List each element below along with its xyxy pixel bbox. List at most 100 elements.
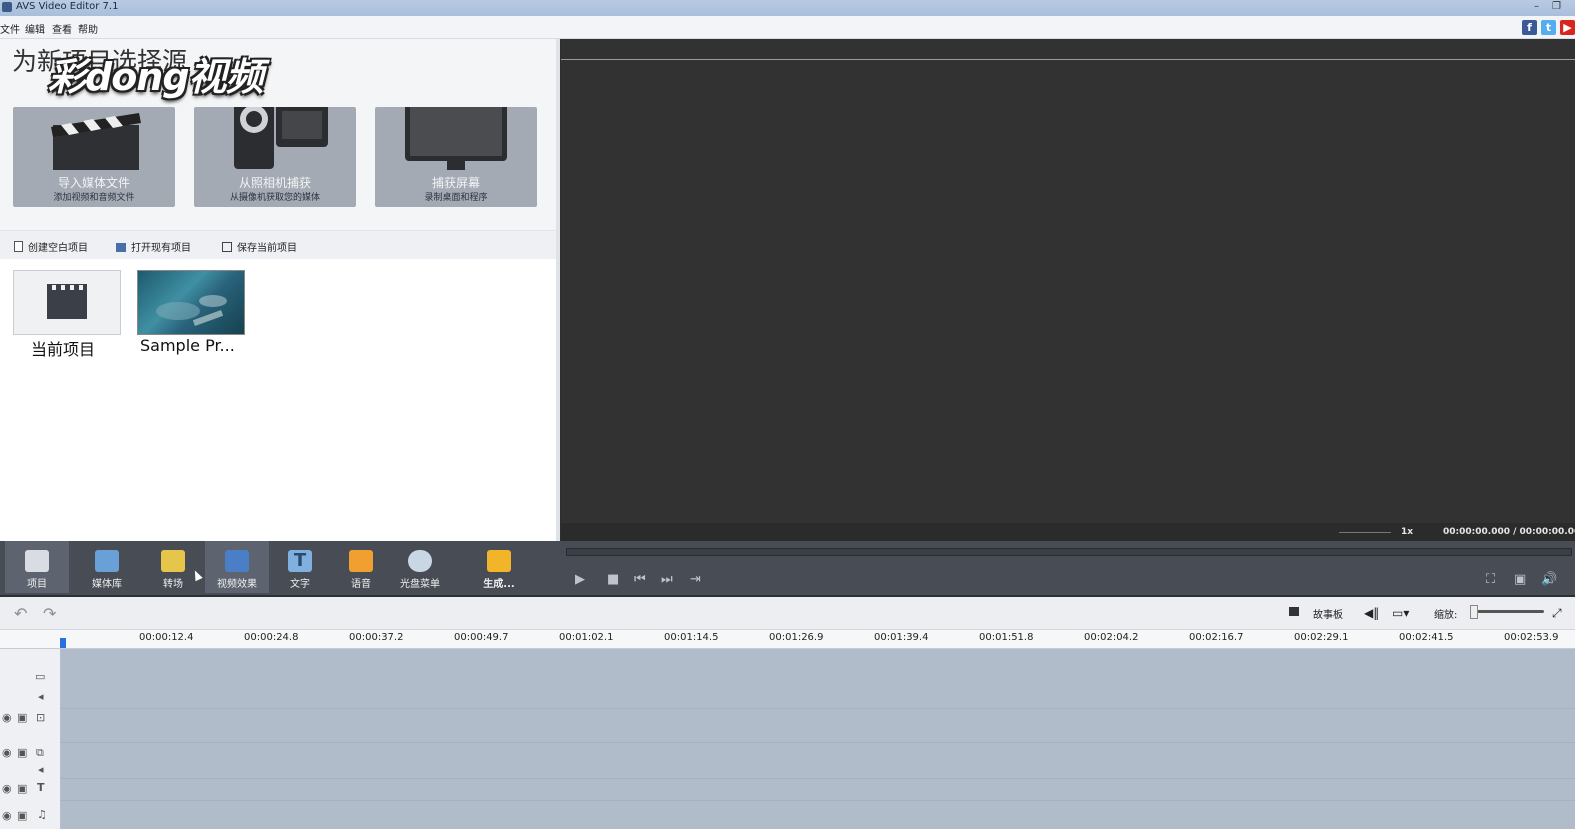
save-project-label: 保存当前项目 (237, 243, 297, 254)
playhead-marker[interactable] (60, 638, 66, 648)
lock-icon[interactable]: ▣ (17, 782, 27, 795)
capture-screen-sub: 录制桌面和程序 (424, 193, 488, 203)
open-project-button[interactable]: 打开现有项目 (116, 239, 191, 254)
capture-camera-label: 从照相机捕获 (238, 176, 311, 190)
lock-icon[interactable]: ▣ (17, 746, 27, 759)
facebook-icon[interactable]: f (1522, 20, 1537, 35)
audio-mute-icon[interactable]: ◂ (38, 690, 44, 703)
visibility-icon[interactable]: ◉ (2, 711, 12, 724)
fullscreen-icon[interactable]: ⛶ (1486, 572, 1495, 587)
tool-video-effects-label: 视频效果 (217, 579, 257, 590)
transitions-icon (161, 550, 185, 572)
previous-frame-icon[interactable]: ⏮ (634, 572, 646, 587)
current-project-thumbnail[interactable] (13, 270, 121, 335)
speed-slider[interactable] (1339, 532, 1391, 533)
tool-media-library[interactable]: 媒体库 (75, 541, 139, 593)
minimize-button[interactable]: – (1534, 1, 1539, 12)
import-media-sub: 添加视频和音频文件 (53, 193, 135, 203)
sample-project-label: Sample Pr... (140, 336, 235, 355)
tool-disc-menu-label: 光盘菜单 (400, 579, 440, 590)
video-effects-icon (225, 550, 249, 572)
sample-project-thumbnail[interactable] (137, 270, 245, 335)
capture-camera-sub: 从摄像机获取您的媒体 (229, 193, 320, 203)
track-divider (61, 800, 1575, 801)
restore-button[interactable]: ❐ (1552, 1, 1561, 12)
preview-divider (561, 59, 1575, 60)
ruler-tick: 00:00:12.4 (139, 632, 194, 643)
preview-status-bar: 1x 00:00:00.000 / 00:00:00.000 (561, 523, 1575, 541)
underwater-image (156, 295, 227, 326)
tool-voice-label: 语音 (351, 579, 371, 590)
seek-bar[interactable] (566, 548, 1572, 556)
tool-produce[interactable]: 生成... (467, 541, 531, 593)
tool-text[interactable]: T 文字 (268, 541, 332, 593)
tool-transitions[interactable]: 转场 (141, 541, 205, 593)
tool-voice[interactable]: 语音 (329, 541, 393, 593)
ruler-tick: 00:01:51.8 (979, 632, 1034, 643)
menu-view[interactable]: 查看 (52, 21, 72, 36)
next-frame-icon[interactable]: ⏭ (661, 572, 673, 587)
loop-icon[interactable]: ⇥ (690, 572, 701, 587)
display-options-icon[interactable]: ▭▾ (1392, 606, 1409, 620)
play-icon[interactable]: ▶ (575, 572, 585, 587)
lock-icon[interactable]: ▣ (17, 711, 27, 724)
fit-timeline-icon[interactable]: ⤢ (1552, 606, 1562, 621)
ruler-tick: 00:01:02.1 (559, 632, 614, 643)
speed-value: 1x (1401, 527, 1414, 537)
tool-project[interactable]: 项目 (5, 541, 69, 593)
effects-track-icon: ⊡ (36, 711, 46, 724)
tool-media-library-label: 媒体库 (92, 579, 122, 590)
zoom-slider[interactable] (1470, 610, 1544, 613)
tool-produce-label: 生成... (483, 579, 515, 590)
current-project-label: 当前项目 (31, 340, 96, 359)
create-blank-project-button[interactable]: 创建空白项目 (14, 239, 88, 254)
lock-icon[interactable]: ▣ (17, 809, 27, 822)
tool-project-label: 项目 (27, 579, 47, 590)
menu-help[interactable]: 帮助 (78, 21, 98, 36)
visibility-icon[interactable]: ◉ (2, 809, 12, 822)
redo-icon[interactable]: ↷ (43, 604, 56, 623)
app-icon (2, 2, 12, 12)
twitter-icon[interactable]: t (1541, 20, 1556, 35)
tool-video-effects[interactable]: 视频效果 (205, 541, 269, 593)
tool-disc-menu[interactable]: 光盘菜单 (388, 541, 452, 593)
ruler-tick: 00:00:24.8 (244, 632, 299, 643)
ruler-tick: 00:02:53.9 (1504, 632, 1559, 643)
youtube-icon[interactable]: ▶ (1560, 20, 1575, 35)
audio-mix-icon[interactable]: ◀‖ (1364, 606, 1379, 620)
capture-screen-card[interactable]: 捕获屏幕 录制桌面和程序 (375, 107, 537, 207)
track-divider (61, 742, 1575, 743)
snapshot-icon[interactable]: ▣ (1514, 572, 1526, 587)
zoom-slider-handle[interactable] (1470, 605, 1478, 619)
folder-icon (116, 243, 126, 252)
capture-camera-card[interactable]: 从照相机捕获 从摄像机获取您的媒体 (194, 107, 356, 207)
undo-icon[interactable]: ↶ (14, 604, 27, 623)
open-project-label: 打开现有项目 (131, 243, 191, 254)
volume-icon[interactable]: 🔊 (1541, 572, 1557, 587)
project-icon (25, 550, 49, 572)
media-library-icon (95, 550, 119, 572)
audio-mute-icon[interactable]: ◂ (38, 763, 44, 776)
clapperboard-icon (47, 284, 87, 319)
menu-file[interactable]: 文件 (0, 21, 20, 36)
text-icon: T (288, 550, 312, 572)
timeline-tracks[interactable] (61, 649, 1575, 829)
create-blank-project-label: 创建空白项目 (28, 243, 88, 254)
stop-icon[interactable]: ■ (607, 572, 619, 587)
time-display: 00:00:00.000 / 00:00:00.000 (1443, 527, 1575, 537)
import-media-card[interactable]: 导入媒体文件 添加视频和音频文件 (13, 107, 175, 207)
storyboard-button[interactable]: 故事板 (1313, 606, 1343, 621)
track-divider (61, 778, 1575, 779)
save-project-button[interactable]: 保存当前项目 (222, 239, 297, 254)
camcorder-icon (234, 107, 328, 169)
video-preview (561, 39, 1575, 523)
ruler-tick: 00:02:41.5 (1399, 632, 1454, 643)
storyboard-icon (1289, 607, 1299, 616)
tool-text-label: 文字 (290, 579, 310, 590)
menu-edit[interactable]: 编辑 (25, 21, 45, 36)
visibility-icon[interactable]: ◉ (2, 782, 12, 795)
ruler-tick: 00:00:37.2 (349, 632, 404, 643)
ruler-tick: 00:02:04.2 (1084, 632, 1139, 643)
visibility-icon[interactable]: ◉ (2, 746, 12, 759)
ruler-tick: 00:01:39.4 (874, 632, 929, 643)
